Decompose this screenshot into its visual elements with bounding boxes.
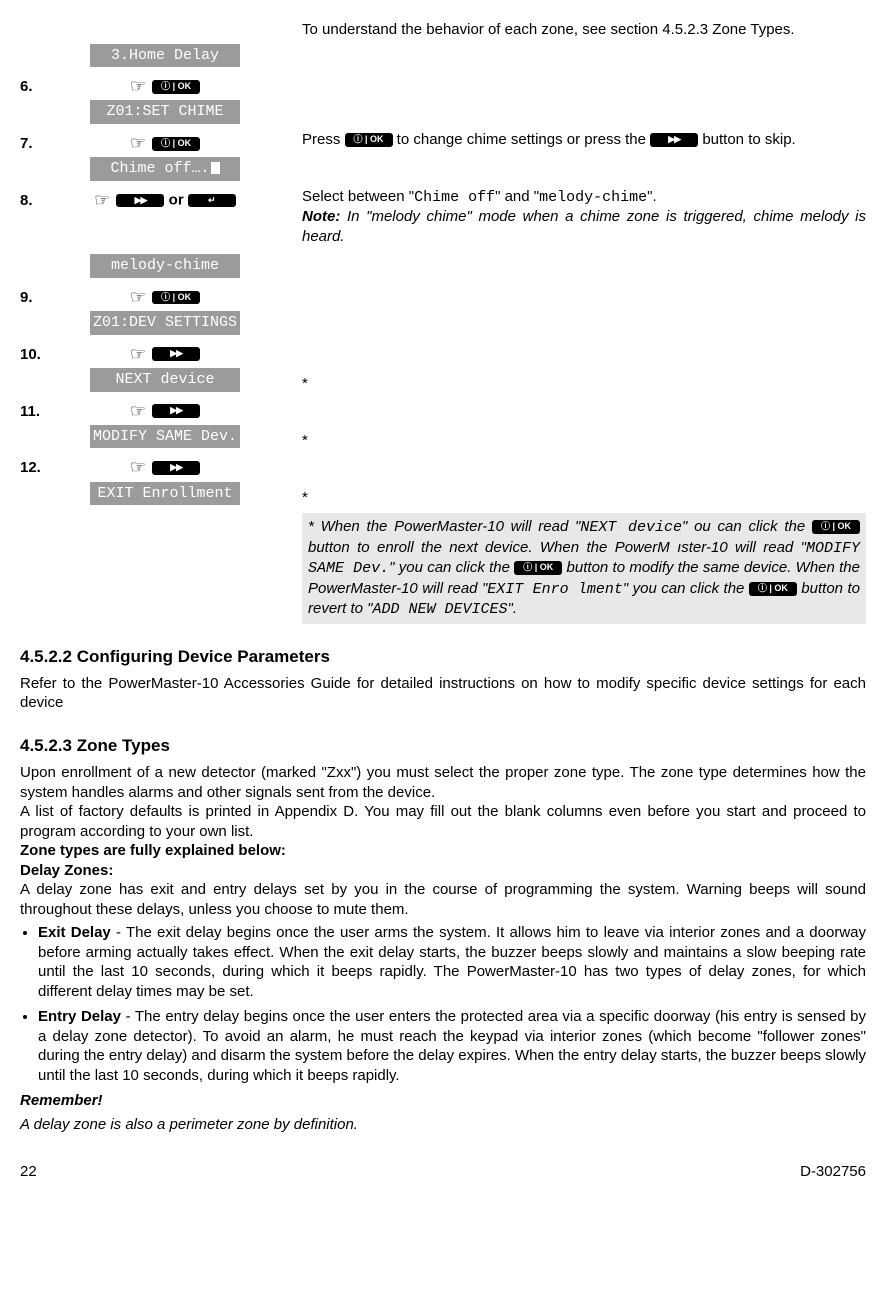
ok-button[interactable]: ⓘ | OK [152,291,200,305]
sec453-p2: A list of factory defaults is printed in… [20,802,866,841]
step-11-number: 11. [20,398,50,422]
step-6-number: 6. [20,73,50,97]
hand-icon: ☞ [94,190,110,210]
delay-zones-text: A delay zone has exit and entry delays s… [20,880,866,919]
ok-button[interactable]: ⓘ | OK [749,582,797,596]
ok-button[interactable]: ⓘ | OK [812,520,860,534]
step-8-text: Select between "Chime off" and "melody-c… [302,187,866,247]
display-dev-settings: Z01:DEV SETTINGS [90,311,240,335]
step-10-star: * [302,374,866,394]
sec452-text: Refer to the PowerMaster-10 Accessories … [20,674,866,713]
hand-icon: ☞ [130,133,146,153]
forward-button[interactable]: ▶▶ [152,347,200,361]
doc-number: D-302756 [800,1162,866,1182]
sec453-p1: Upon enrollment of a new detector (marke… [20,763,866,802]
hand-icon: ☞ [130,76,146,96]
step-7-text: Press ⓘ | OK to change chime settings or… [302,130,866,150]
ok-button[interactable]: ⓘ | OK [345,133,393,147]
sec453-p3: Zone types are fully explained below: [20,841,866,861]
ok-button[interactable]: ⓘ | OK [152,137,200,151]
display-melody-chime: melody-chime [90,254,240,278]
hand-icon: ☞ [130,401,146,421]
display-set-chime: Z01:SET CHIME [90,100,240,124]
ok-button[interactable]: ⓘ | OK [152,80,200,94]
heading-4523: 4.5.2.3 Zone Types [20,735,866,757]
page-footer: 22 D-302756 [20,1162,866,1182]
display-next-device: NEXT device [90,368,240,392]
back-button[interactable]: ↵ [188,194,236,208]
page-number: 22 [20,1162,37,1182]
delay-list: Exit Delay - The exit delay begins once … [20,923,866,1085]
delay-zones-heading: Delay Zones: [20,861,866,881]
forward-button[interactable]: ▶▶ [116,194,164,208]
hand-icon: ☞ [130,344,146,364]
list-item-entry-delay: Entry Delay - The entry delay begins onc… [38,1007,866,1085]
step-8-number: 8. [20,187,50,211]
display-modify-same: MODIFY SAME Dev. [90,425,240,449]
heading-4522: 4.5.2.2 Configuring Device Parameters [20,646,866,668]
intro-text: To understand the behavior of each zone,… [302,20,866,40]
list-item-exit-delay: Exit Delay - The exit delay begins once … [38,923,866,1001]
ok-button[interactable]: ⓘ | OK [514,561,562,575]
hand-icon: ☞ [130,457,146,477]
step-12-star: * [302,488,866,508]
hand-icon: ☞ [130,287,146,307]
forward-button[interactable]: ▶▶ [152,404,200,418]
footnote-box: * When the PowerMaster-10 will read "NEX… [302,513,866,624]
step-10-number: 10. [20,341,50,365]
remember-heading: Remember! [20,1091,866,1111]
display-exit-enrollment: EXIT Enrollment [90,482,240,506]
remember-text: A delay zone is also a perimeter zone by… [20,1115,866,1135]
step-11-star: * [302,431,866,451]
step-7-number: 7. [20,130,50,154]
display-chime-off: Chime off…. [90,157,240,181]
step-9-number: 9. [20,284,50,308]
forward-button[interactable]: ▶▶ [650,133,698,147]
forward-button[interactable]: ▶▶ [152,461,200,475]
step-12-number: 12. [20,454,50,478]
display-home-delay: 3.Home Delay [90,44,240,68]
